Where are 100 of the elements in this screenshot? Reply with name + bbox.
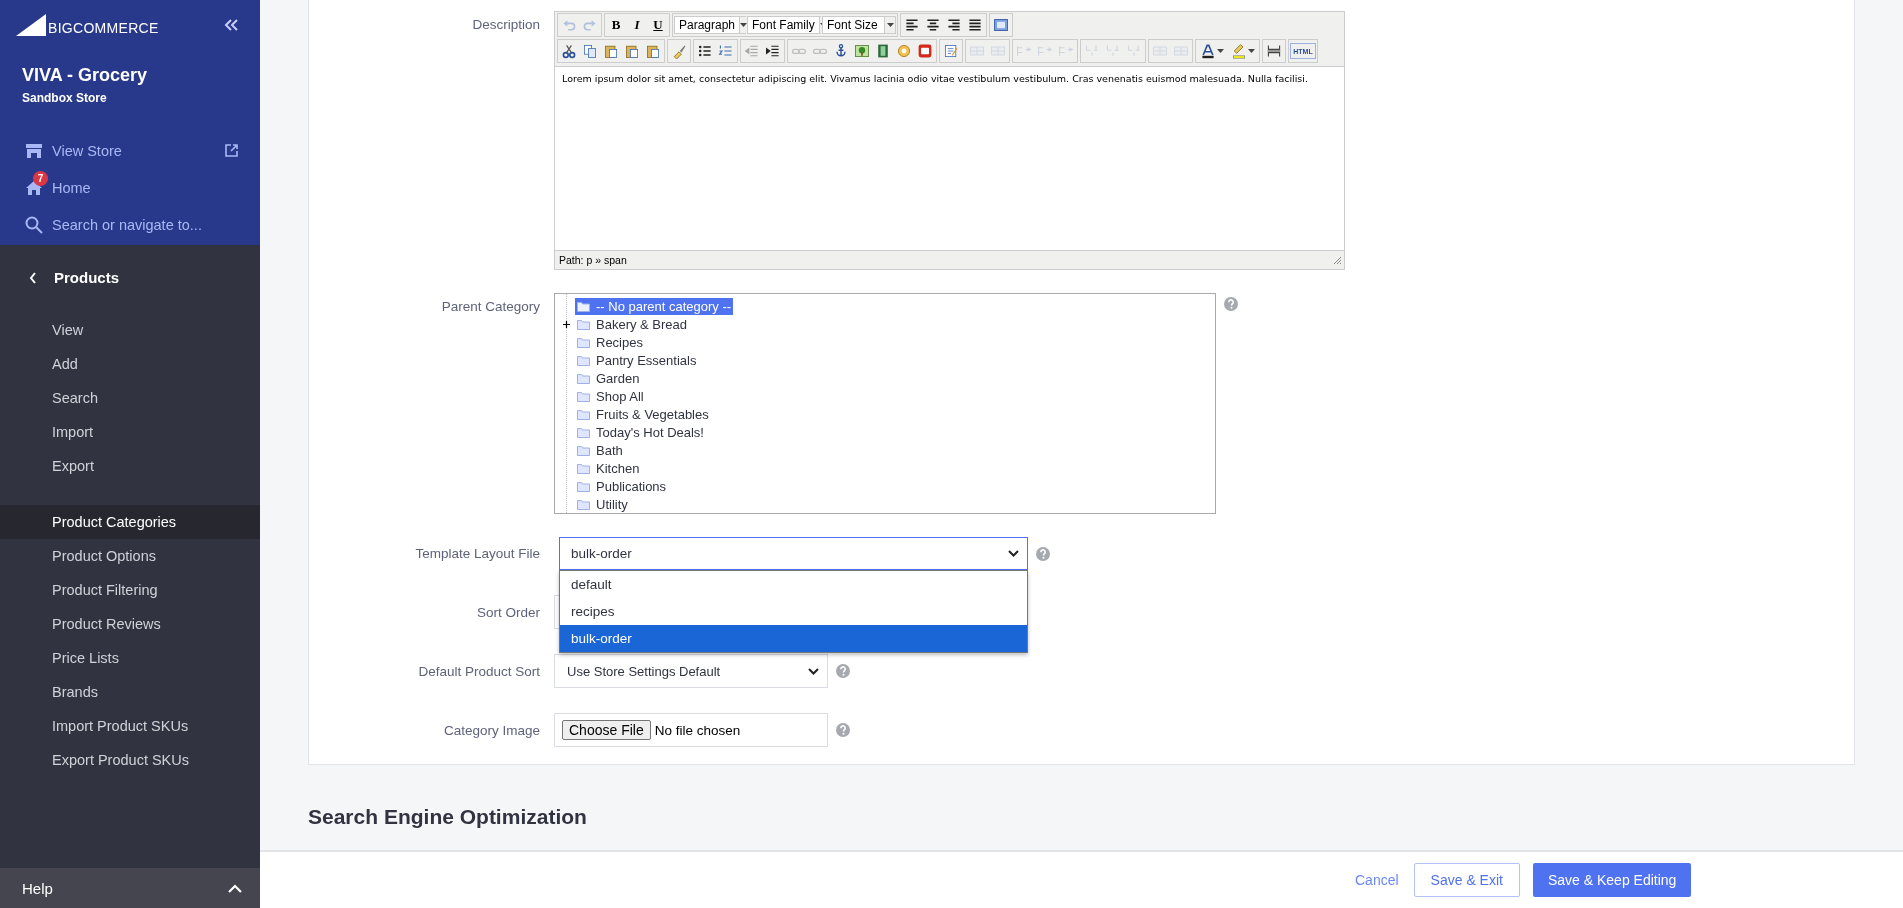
- outdent-icon: [744, 43, 760, 59]
- nav-item[interactable]: Import: [0, 415, 260, 449]
- expand-plus-icon[interactable]: [563, 320, 570, 328]
- store-name: VIVA - Grocery: [22, 65, 149, 86]
- clipboard-icon: [603, 43, 619, 59]
- indent-icon: [765, 43, 781, 59]
- folder-icon: [577, 318, 590, 330]
- numbered-list-icon: [718, 43, 734, 59]
- video-icon: [917, 43, 933, 59]
- dropdown-option[interactable]: default: [560, 571, 1027, 598]
- element-path: Path: p » span: [559, 254, 627, 266]
- field-label: Description: [471, 17, 541, 32]
- category-tree-item[interactable]: -- No parent category --: [575, 297, 734, 315]
- choose-file-button[interactable]: Choose File: [562, 720, 651, 740]
- external-link-icon[interactable]: [225, 144, 238, 157]
- nav-item[interactable]: Product Categories: [0, 505, 260, 539]
- category-tree-item[interactable]: Pantry Essentials: [575, 351, 699, 369]
- highlight-icon: [1231, 43, 1247, 59]
- help-icon[interactable]: [836, 664, 850, 678]
- nav-item[interactable]: View: [0, 313, 260, 347]
- table-columns-icon: [1126, 43, 1142, 59]
- category-tree-item[interactable]: Fruits & Vegetables: [575, 405, 711, 423]
- bullet-list-icon: [697, 43, 713, 59]
- justify-icon: [967, 17, 983, 33]
- table-icon: [1152, 43, 1168, 59]
- table-icon: [990, 43, 1006, 59]
- chevron-down-icon: [1008, 550, 1019, 557]
- category-tree-item[interactable]: Utility: [575, 495, 630, 513]
- back-chevron-icon[interactable]: [29, 271, 37, 284]
- table-rows-icon: [1058, 43, 1074, 59]
- toolbar-button[interactable]: B: [606, 15, 626, 35]
- table-rows-icon: [1037, 43, 1053, 59]
- notification-badge: 7: [33, 170, 48, 186]
- search-link[interactable]: Search or navigate to...: [52, 216, 238, 233]
- table-icon: [1173, 43, 1189, 59]
- tree-picture-icon: [854, 43, 870, 59]
- help-icon[interactable]: [836, 723, 850, 737]
- nav-item[interactable]: Import Product SKUs: [0, 709, 260, 743]
- nav-item[interactable]: Add: [0, 347, 260, 381]
- toolbar-dropdown[interactable]: Font Size: [822, 16, 896, 34]
- anchor-icon: [833, 43, 849, 59]
- toolbar-dropdown[interactable]: Paragraph: [674, 16, 746, 34]
- save-exit-button[interactable]: Save & Exit: [1413, 863, 1520, 897]
- category-tree-item[interactable]: Shop All: [575, 387, 646, 405]
- store-link[interactable]: View Store: [52, 142, 216, 159]
- category-tree-item[interactable]: Garden: [575, 369, 642, 387]
- align-left-icon: [904, 17, 920, 33]
- nav-item[interactable]: Export Product SKUs: [0, 743, 260, 777]
- section-heading: Search Engine Optimization: [308, 805, 588, 829]
- toolbar-dropdown[interactable]: Font Family: [747, 16, 821, 34]
- category-tree-item[interactable]: Publications: [575, 477, 669, 495]
- category-tree-item[interactable]: Bakery & Bread: [575, 315, 690, 333]
- folder-icon: [577, 408, 590, 420]
- nav-item[interactable]: Product Options: [0, 539, 260, 573]
- folder-icon: [577, 336, 590, 348]
- toolbar-button[interactable]: I: [627, 15, 647, 35]
- field-label: Default Product Sort: [417, 663, 541, 679]
- clipboard-icon: [645, 43, 661, 59]
- save-keep-editing-button[interactable]: Save & Keep Editing: [1532, 863, 1692, 897]
- nav-item[interactable]: Price Lists: [0, 641, 260, 675]
- home-link[interactable]: Home: [52, 179, 238, 196]
- nav-item[interactable]: Search: [0, 381, 260, 415]
- folder-icon: [577, 372, 590, 384]
- folder-icon: [577, 480, 590, 492]
- folder-icon: [577, 354, 590, 366]
- nav-item[interactable]: Brands: [0, 675, 260, 709]
- resize-grip-icon[interactable]: [1333, 255, 1342, 265]
- category-tree-item[interactable]: Kitchen: [575, 459, 642, 477]
- table-columns-icon: [1084, 43, 1100, 59]
- folder-icon: [577, 390, 590, 402]
- help-bar[interactable]: Help: [0, 868, 260, 908]
- toolbar-button[interactable]: U: [648, 15, 668, 35]
- dropdown-option[interactable]: recipes: [560, 598, 1027, 625]
- category-tree-item[interactable]: Today's Hot Deals!: [575, 423, 706, 441]
- section-title: Products: [54, 269, 119, 286]
- nav-item[interactable]: Product Filtering: [0, 573, 260, 607]
- collapse-icon[interactable]: [224, 19, 238, 31]
- logo-triangle-icon: [16, 14, 46, 36]
- editor-text[interactable]: Lorem ipsum dolor sit amet, consectetur adipiscing elit. Vivamus lacinia odio vitae vestibulum vestibulum. Cras venenatis euismod malesuada. Nulla facilisi.: [562, 73, 1337, 85]
- help-icon[interactable]: [1224, 297, 1238, 311]
- store-icon: [25, 142, 43, 159]
- folder-icon: [577, 462, 590, 474]
- nav-item[interactable]: Export: [0, 449, 260, 483]
- logo-text: BIGCOMMERCE: [48, 20, 159, 36]
- file-status: No file chosen: [654, 722, 741, 738]
- category-tree-item[interactable]: Recipes: [575, 333, 645, 351]
- field-label: Parent Category: [440, 299, 541, 314]
- file-input[interactable]: Choose File No file chosen: [554, 713, 828, 747]
- table-icon: [969, 43, 985, 59]
- help-icon[interactable]: [1036, 546, 1050, 561]
- clipboard-icon: [624, 43, 640, 59]
- category-tree-item[interactable]: Bath: [575, 441, 625, 459]
- chevron-down-icon: [808, 667, 819, 675]
- dropdown-option[interactable]: bulk-order: [560, 625, 1027, 652]
- sort-select[interactable]: Use Store Settings Default: [554, 654, 828, 688]
- nav-item[interactable]: Product Reviews: [0, 607, 260, 641]
- template-select[interactable]: bulk-order: [559, 537, 1028, 570]
- table-columns-icon: [1105, 43, 1121, 59]
- search-icon: [25, 215, 43, 234]
- cut-icon: [561, 43, 577, 59]
